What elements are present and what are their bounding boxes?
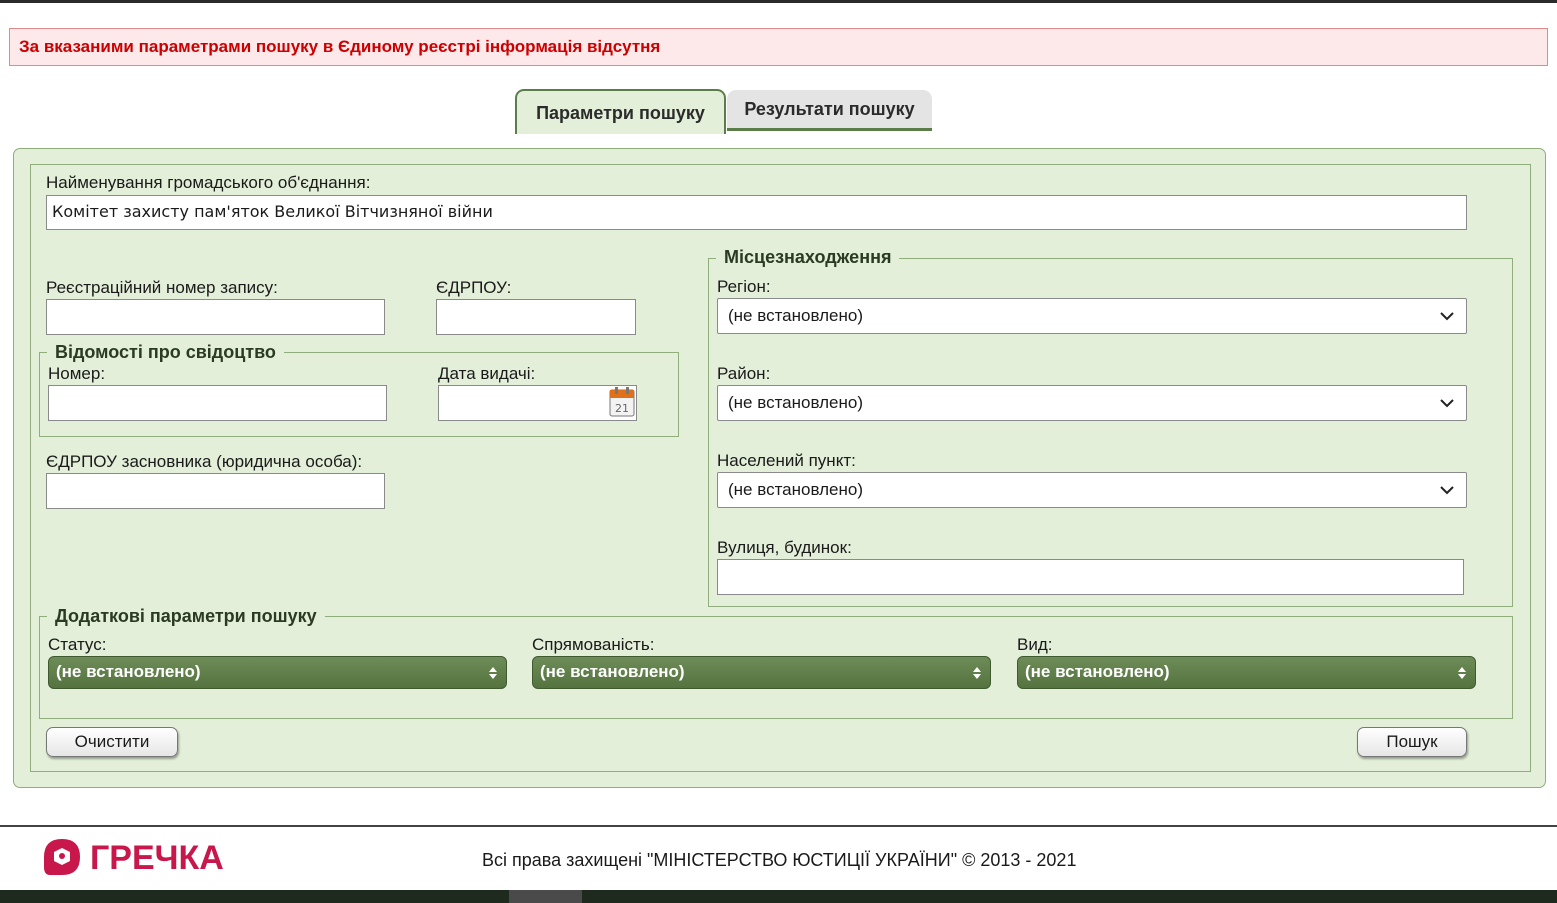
tab-search-parameters[interactable]: Параметри пошуку (515, 89, 726, 134)
name-input[interactable]: Комітет захисту пам'яток Великої Вітчизн… (46, 195, 1467, 230)
direction-select[interactable]: (не встановлено) (532, 656, 991, 689)
location-legend: Місцезнаходження (716, 247, 900, 268)
tab-search-results[interactable]: Результати пошуку (727, 90, 932, 131)
district-label: Район: (717, 364, 771, 383)
district-select[interactable]: (не встановлено) (717, 385, 1467, 421)
grechka-logo[interactable]: ГРЕЧКА (40, 834, 250, 880)
calendar-icon[interactable]: 21 (609, 387, 635, 417)
chevron-down-icon (1440, 312, 1454, 321)
status-label: Статус: (48, 635, 107, 654)
sort-arrows-icon (489, 667, 497, 679)
district-select-value: (не встановлено) (728, 393, 863, 412)
top-border (0, 0, 1557, 3)
certificate-number-input[interactable] (48, 385, 387, 421)
chevron-down-icon (1440, 399, 1454, 408)
sort-arrows-icon (973, 667, 981, 679)
type-select-value: (не встановлено) (1025, 662, 1170, 681)
reg-number-label: Реєстраційний номер запису: (46, 278, 278, 297)
bottom-bar (0, 890, 1557, 903)
status-select-value: (не встановлено) (56, 662, 201, 681)
name-label: Найменування громадського об'єднання: (46, 173, 371, 192)
edrpou-input[interactable] (436, 299, 636, 335)
type-label: Вид: (1017, 635, 1053, 654)
street-label: Вулиця, будинок: (717, 538, 852, 557)
region-select[interactable]: (не встановлено) (717, 298, 1467, 334)
clear-button[interactable]: Очистити (46, 727, 178, 757)
issue-date-input[interactable] (438, 385, 637, 421)
settlement-select-value: (не встановлено) (728, 480, 863, 499)
calendar-icon-text: 21 (615, 402, 629, 415)
sort-arrows-icon (1458, 667, 1466, 679)
founder-edrpou-label: ЄДРПОУ засновника (юридична особа): (46, 452, 363, 471)
edrpou-label: ЄДРПОУ: (436, 278, 512, 297)
additional-legend: Додаткові параметри пошуку (47, 606, 325, 627)
type-select[interactable]: (не встановлено) (1017, 656, 1476, 689)
bottom-bar-tab (509, 890, 582, 903)
settlement-label: Населений пункт: (717, 451, 856, 470)
logo-text: ГРЕЧКА (90, 839, 224, 877)
direction-select-value: (не встановлено) (540, 662, 685, 681)
chevron-down-icon (1440, 486, 1454, 495)
founder-edrpou-input[interactable] (46, 473, 385, 509)
region-label: Регіон: (717, 277, 771, 296)
issue-date-label: Дата видачі: (438, 364, 536, 383)
region-select-value: (не встановлено) (728, 306, 863, 325)
reg-number-input[interactable] (46, 299, 385, 335)
settlement-select[interactable]: (не встановлено) (717, 472, 1467, 508)
error-alert: За вказаними параметрами пошуку в Єдином… (9, 28, 1548, 66)
search-button[interactable]: Пошук (1357, 727, 1467, 757)
copyright-text: Всі права захищені "МІНІСТЕРСТВО ЮСТИЦІЇ… (482, 850, 1077, 870)
direction-label: Спрямованість: (532, 635, 655, 654)
street-input[interactable] (717, 559, 1464, 595)
certificate-legend: Відомості про свідоцтво (47, 342, 284, 363)
status-select[interactable]: (не встановлено) (48, 656, 507, 689)
certificate-number-label: Номер: (48, 364, 106, 383)
